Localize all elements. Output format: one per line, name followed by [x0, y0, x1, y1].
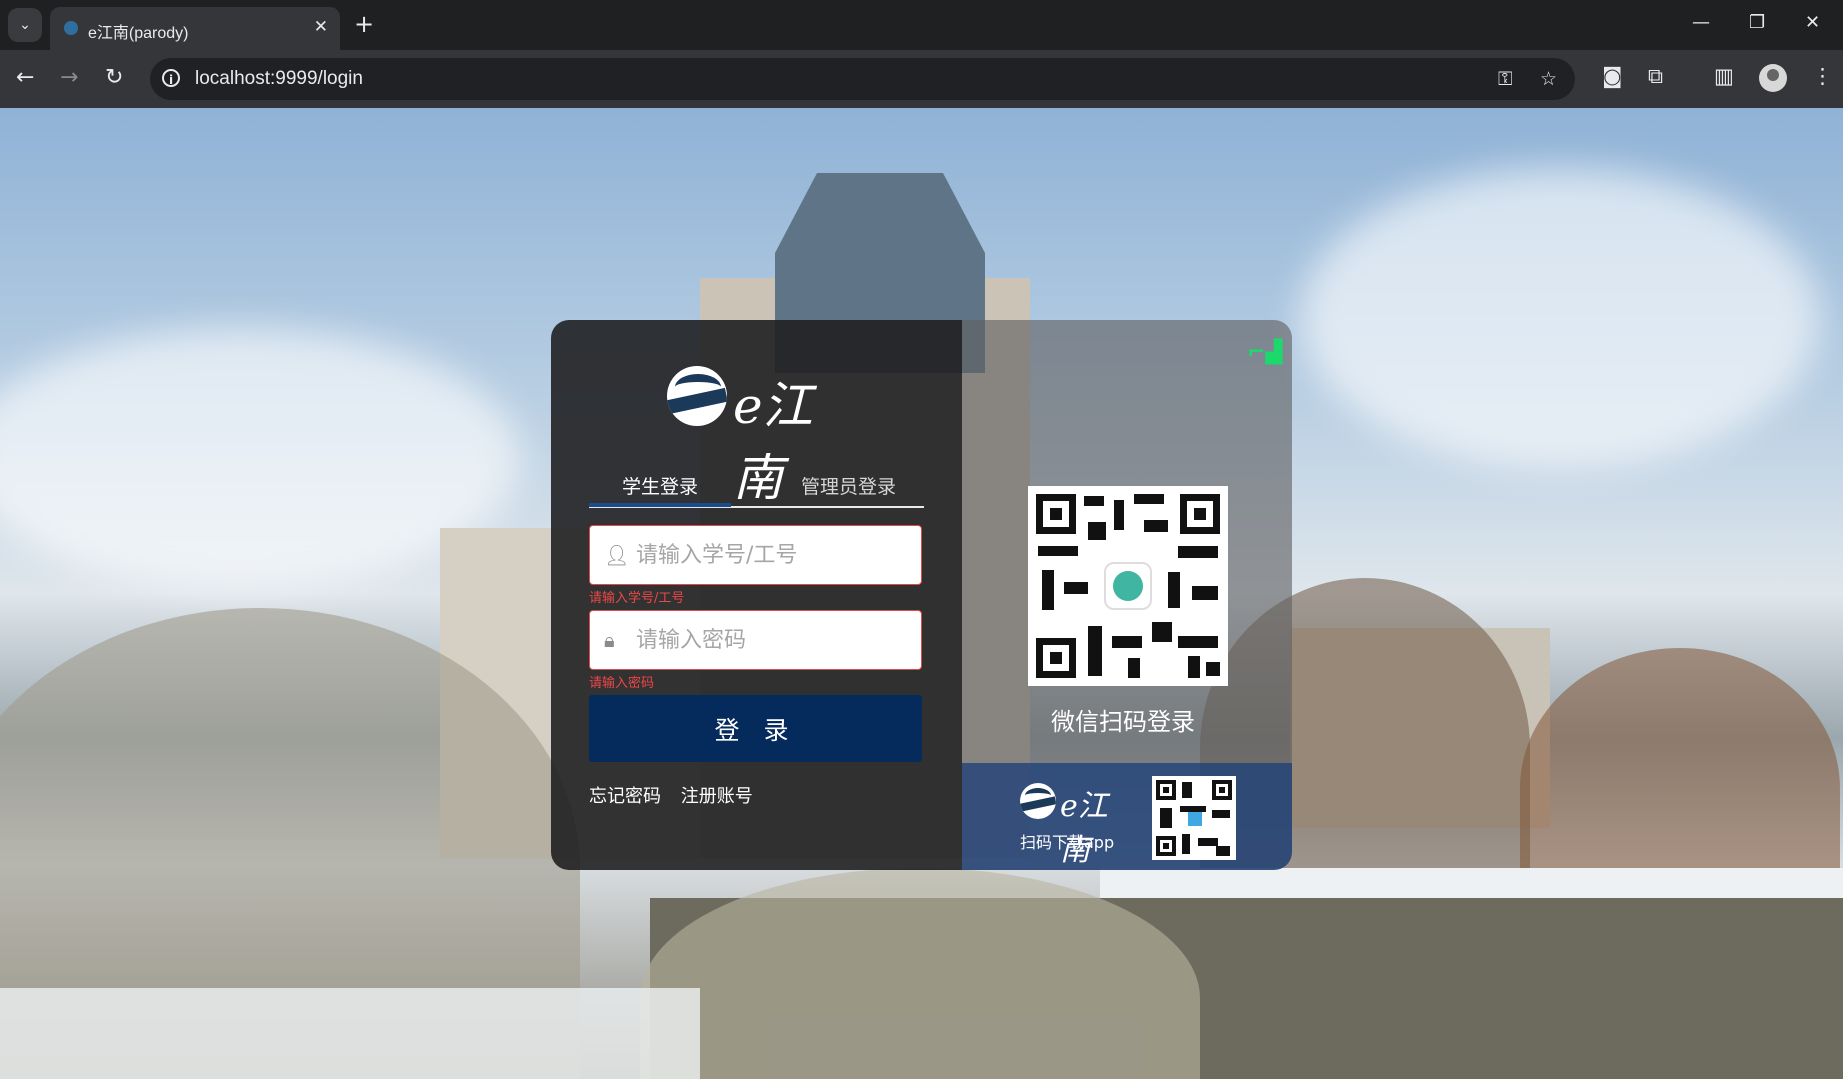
app-download-panel: e江南 扫码下载app: [962, 763, 1292, 870]
qr-module: [1114, 500, 1124, 530]
register-link[interactable]: 注册账号: [681, 786, 753, 807]
wechat-login-label: 微信扫码登录: [1051, 708, 1195, 736]
bookmark-star-icon[interactable]: ☆: [1540, 68, 1557, 90]
qr-finder: [1036, 494, 1076, 534]
url-text[interactable]: localhost:9999/login: [195, 68, 363, 90]
qr-module: [1088, 626, 1102, 676]
more-menu-icon[interactable]: ⋮: [1812, 64, 1833, 88]
username-input[interactable]: [634, 534, 918, 576]
qr-module: [1188, 656, 1200, 678]
app-logo-text: e江南: [1060, 789, 1108, 868]
window-close-icon[interactable]: ✕: [1805, 12, 1820, 33]
minimize-icon[interactable]: —: [1692, 12, 1710, 33]
qr-module: [1182, 782, 1192, 798]
qr-module: [1198, 838, 1218, 846]
qr-module: [1152, 622, 1172, 642]
qr-module: [1206, 662, 1220, 676]
qr-module: [1084, 496, 1104, 506]
qr-module: [1178, 636, 1218, 648]
cloud: [1300, 168, 1820, 468]
password-error: 请输入密码: [589, 676, 655, 691]
username-error: 请输入学号/工号: [589, 591, 685, 606]
qr-module: [1182, 834, 1190, 854]
close-icon[interactable]: ✕: [314, 17, 328, 37]
browser-toolbar: ← → ↻ i localhost:9999/login ⚿ ☆ ◙ ⧉ ▥ ⋮: [0, 50, 1843, 108]
side-panel-icon[interactable]: ▥: [1714, 64, 1734, 88]
wechat-qr-code: [1028, 486, 1228, 686]
browser-tab[interactable]: e江南(parody) ✕: [50, 7, 340, 50]
qr-module: [1144, 520, 1168, 532]
username-field[interactable]: 👤︎: [589, 525, 922, 585]
profile-avatar[interactable]: [1759, 64, 1787, 92]
reload-icon[interactable]: ↻: [105, 65, 123, 90]
auth-links: 忘记密码 注册账号: [589, 782, 767, 808]
extensions-puzzle-icon[interactable]: ⧉: [1648, 64, 1663, 89]
browser-tabbar: ⌄ e江南(parody) ✕ + — ❐ ✕: [0, 0, 1843, 50]
qr-module: [1192, 586, 1218, 600]
qr-module: [1064, 582, 1088, 594]
brand-logo: e江南: [667, 364, 847, 507]
logo-mark-icon: [1020, 783, 1056, 819]
favicon-icon: [64, 21, 78, 35]
qr-module: [1134, 494, 1164, 504]
qr-module: [1112, 636, 1142, 648]
user-icon: 👤︎: [604, 543, 630, 567]
key-icon[interactable]: ⚿: [1498, 68, 1512, 90]
tab-student-login[interactable]: 学生登录: [622, 472, 698, 499]
tab-admin-login[interactable]: 管理员登录: [801, 472, 896, 499]
forward-arrow-icon[interactable]: →: [60, 65, 78, 90]
qr-module: [1042, 570, 1054, 610]
qr-finder: [1036, 638, 1076, 678]
lock-icon: 🔒︎: [604, 628, 615, 652]
wechat-mini-program-icon: [1104, 562, 1152, 610]
app-download-label: 扫码下载app: [1020, 833, 1115, 852]
back-arrow-icon[interactable]: ←: [16, 65, 34, 90]
tab-active-indicator: [589, 503, 731, 507]
app-logo: e江南: [1020, 781, 1130, 868]
qr-finder: [1180, 494, 1220, 534]
qr-module: [1038, 546, 1078, 556]
password-input[interactable]: [634, 619, 918, 661]
qr-module: [1178, 546, 1218, 558]
qr-finder: [1156, 836, 1176, 856]
qr-corner-icon[interactable]: ⌐▟: [1247, 340, 1282, 365]
qr-module: [1088, 522, 1106, 540]
site-info-icon[interactable]: i: [162, 69, 180, 87]
address-bar[interactable]: i localhost:9999/login ⚿ ☆: [150, 58, 1575, 100]
chevron-down-icon: ⌄: [19, 17, 31, 33]
logo-mark-icon: [667, 366, 727, 426]
app-icon: [1188, 812, 1202, 826]
qr-finder: [1156, 780, 1176, 800]
app-download-qr-code: [1152, 776, 1236, 860]
tab-title: e江南(parody): [88, 25, 189, 42]
login-card: ⌐▟ e江南 学生登录 管理员登录 👤︎ 请输入学号/工号 🔒︎ 请输入密码 登…: [551, 320, 1292, 870]
qr-module: [1160, 808, 1172, 828]
qr-module: [1128, 658, 1140, 678]
new-tab-plus-icon[interactable]: +: [354, 10, 374, 38]
restore-icon[interactable]: ❐: [1749, 12, 1765, 33]
incognito-icon[interactable]: ◙: [1602, 64, 1622, 88]
qr-module: [1216, 846, 1230, 856]
qr-finder: [1212, 780, 1232, 800]
snow-ground: [0, 988, 700, 1079]
tab-search-button[interactable]: ⌄: [8, 8, 42, 42]
qr-module: [1168, 572, 1180, 608]
login-tabs: 学生登录 管理员登录: [589, 468, 924, 508]
login-button[interactable]: 登 录: [589, 695, 922, 762]
password-field[interactable]: 🔒︎: [589, 610, 922, 670]
qr-module: [1212, 810, 1230, 818]
forgot-password-link[interactable]: 忘记密码: [589, 786, 661, 807]
